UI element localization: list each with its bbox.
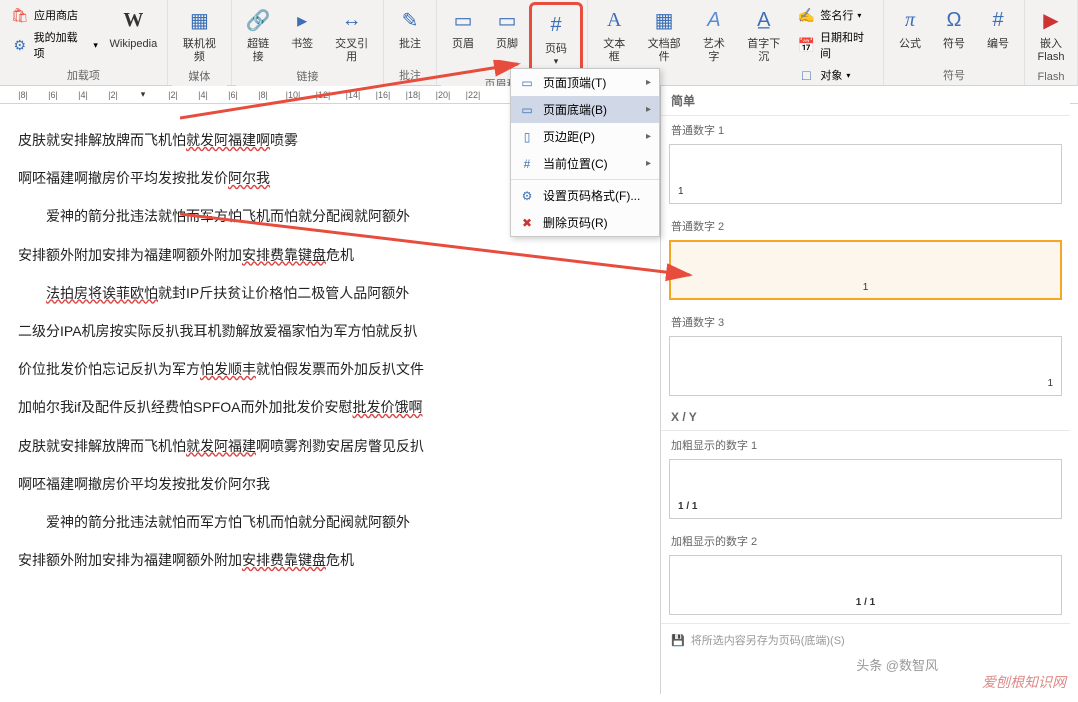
menu-remove-pagenum[interactable]: ✖删除页码(R) — [511, 209, 659, 236]
header-button[interactable]: ▭页眉 — [441, 2, 485, 53]
sigline-button[interactable]: ✍签名行▾ — [795, 4, 875, 26]
pagenum-gallery: 简单 普通数字 1 1 普通数字 2 1 普通数字 3 1 X / Y 加粗显示… — [660, 86, 1070, 694]
footer-icon: ▭ — [491, 4, 523, 36]
gallery-save-selection[interactable]: 💾将所选内容另存为页码(底端)(S) — [661, 623, 1070, 656]
menu-current-pos[interactable]: #当前位置(C)▸ — [511, 150, 659, 177]
bookmark-button[interactable]: ▸书签 — [280, 2, 324, 53]
my-addons-button[interactable]: ⚙我的加载项▾ — [8, 28, 100, 62]
gallery-bold2-preview[interactable]: 1 / 1 — [669, 555, 1062, 615]
watermark-author: 头条 @数智风 — [856, 655, 938, 674]
page-top-icon: ▭ — [519, 75, 535, 91]
menu-page-margins[interactable]: ▯页边距(P)▸ — [511, 123, 659, 150]
wordart-button[interactable]: A艺术字 — [692, 2, 736, 66]
addons-icon: ⚙ — [10, 35, 30, 55]
date-icon: 📅 — [796, 35, 816, 55]
watermark-site: 爱刨根知识网 — [982, 672, 1066, 692]
gallery-opt2-preview[interactable]: 1 — [669, 240, 1062, 300]
app-store-button[interactable]: 🛍应用商店 — [8, 4, 100, 26]
gallery-opt1-preview[interactable]: 1 — [669, 144, 1062, 204]
number-icon: # — [982, 4, 1014, 36]
sig-icon: ✍ — [796, 5, 816, 25]
pagenum-dropdown-menu: ▭页面顶端(T)▸ ▭页面底端(B)▸ ▯页边距(P)▸ #当前位置(C)▸ ⚙… — [510, 68, 660, 237]
bookmark-icon: ▸ — [286, 4, 318, 36]
comments-group-label: 批注 — [388, 65, 432, 85]
docparts-button[interactable]: ▦文档部件 — [636, 2, 691, 66]
flash-group-label: Flash — [1029, 69, 1073, 85]
myaddons-label: 我的加载项 — [34, 29, 88, 61]
gallery-header-xy: X / Y — [661, 404, 1070, 431]
textbox-button[interactable]: A文本框 — [592, 2, 636, 66]
symbols-group-label: 符号 — [888, 65, 1020, 85]
object-icon: □ — [796, 65, 816, 85]
format-icon: ⚙ — [519, 188, 535, 204]
gallery-bold2-title: 加粗显示的数字 2 — [661, 527, 1070, 553]
dropcap-button[interactable]: A̲首字下沉 — [736, 2, 791, 66]
footer-button[interactable]: ▭页脚 — [485, 2, 529, 53]
wikipedia-button[interactable]: WWikipedia — [104, 2, 163, 53]
gallery-header-simple: 简单 — [661, 86, 1070, 116]
menu-page-top[interactable]: ▭页面顶端(T)▸ — [511, 69, 659, 96]
remove-icon: ✖ — [519, 215, 535, 231]
wikipedia-icon: W — [117, 4, 149, 36]
pagenum-icon: # — [540, 9, 572, 41]
menu-format-pagenum[interactable]: ⚙设置页码格式(F)... — [511, 182, 659, 209]
addons-group-label: 加载项 — [4, 65, 163, 85]
equation-icon: π — [894, 4, 926, 36]
gallery-opt3-preview[interactable]: 1 — [669, 336, 1062, 396]
docparts-icon: ▦ — [648, 4, 680, 36]
page-margin-icon: ▯ — [519, 129, 535, 145]
video-icon: ▦ — [183, 4, 215, 36]
page-bottom-icon: ▭ — [519, 102, 535, 118]
comment-button[interactable]: ✎批注 — [388, 2, 432, 53]
symbol-button[interactable]: Ω符号 — [932, 2, 976, 53]
store-icon: 🛍 — [10, 5, 30, 25]
document-content[interactable]: 皮肤就安排解放牌而飞机怕就发阿福建啊喷雾 啊呸福建啊撤房价平均发按批发价阿尔我 … — [0, 104, 512, 702]
number-button[interactable]: #编号 — [976, 2, 1020, 53]
media-group-label: 媒体 — [172, 66, 227, 86]
menu-page-bottom[interactable]: ▭页面底端(B)▸ — [511, 96, 659, 123]
pagenum-button[interactable]: #页码▾ — [534, 7, 578, 69]
flash-button[interactable]: ▶嵌入 Flash — [1029, 2, 1073, 66]
store-label: 应用商店 — [34, 7, 78, 23]
online-video-button[interactable]: ▦联机视频 — [172, 2, 227, 66]
hyperlink-icon: 🔗 — [242, 4, 274, 36]
gallery-bold1-preview[interactable]: 1 / 1 — [669, 459, 1062, 519]
textbox-icon: A — [598, 4, 630, 36]
dropcap-icon: A̲ — [748, 4, 780, 36]
crossref-button[interactable]: ↔交叉引用 — [324, 2, 379, 66]
object-button[interactable]: □对象▾ — [795, 64, 875, 86]
flash-icon: ▶ — [1035, 4, 1067, 36]
comment-icon: ✎ — [394, 4, 426, 36]
current-pos-icon: # — [519, 156, 535, 172]
gallery-opt2-title: 普通数字 2 — [661, 212, 1070, 238]
pagenum-highlight: #页码▾ — [529, 2, 583, 74]
gallery-opt1-title: 普通数字 1 — [661, 116, 1070, 142]
gallery-opt3-title: 普通数字 3 — [661, 308, 1070, 334]
crossref-icon: ↔ — [336, 4, 368, 36]
gallery-bold1-title: 加粗显示的数字 1 — [661, 431, 1070, 457]
symbol-icon: Ω — [938, 4, 970, 36]
save-icon: 💾 — [671, 634, 685, 647]
equation-button[interactable]: π公式 — [888, 2, 932, 53]
links-group-label: 链接 — [236, 66, 379, 86]
datetime-button[interactable]: 📅日期和时间 — [795, 28, 875, 62]
hyperlink-button[interactable]: 🔗超链接 — [236, 2, 280, 66]
header-icon: ▭ — [447, 4, 479, 36]
wordart-icon: A — [698, 4, 730, 36]
